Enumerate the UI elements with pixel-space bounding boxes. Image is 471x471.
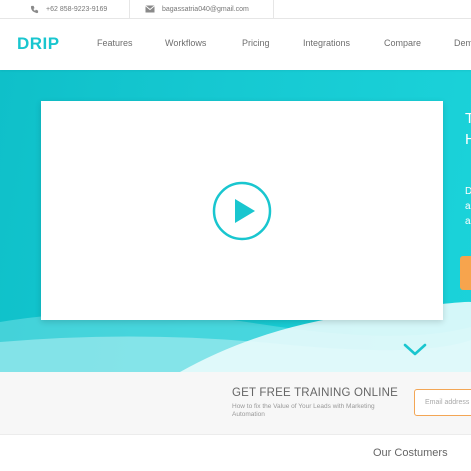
divider bbox=[129, 0, 130, 18]
phone-icon bbox=[30, 5, 39, 13]
play-icon[interactable] bbox=[212, 181, 272, 241]
logo[interactable]: DRIP bbox=[17, 34, 60, 54]
hero-text-line: a bbox=[465, 201, 471, 212]
hero-text-line: a bbox=[465, 216, 471, 227]
hero-heading-line: H bbox=[465, 131, 471, 148]
hero-text-line: D bbox=[465, 186, 471, 197]
contact-phone[interactable]: +62 858-9223-9169 bbox=[30, 0, 107, 18]
main-navigation: DRIP Features Workflows Pricing Integrat… bbox=[0, 19, 471, 70]
contact-email[interactable]: bagassatria040@gmail.com bbox=[145, 0, 249, 18]
hero-section: T H D a a bbox=[0, 70, 471, 372]
training-title: GET FREE TRAINING ONLINE bbox=[232, 387, 399, 399]
section-divider bbox=[0, 434, 471, 435]
video-player[interactable] bbox=[41, 101, 443, 320]
chevron-down-icon[interactable] bbox=[403, 343, 427, 357]
hero-cta-button[interactable] bbox=[460, 256, 471, 290]
nav-link-pricing[interactable]: Pricing bbox=[242, 38, 270, 48]
nav-link-integrations[interactable]: Integrations bbox=[303, 38, 350, 48]
divider bbox=[273, 0, 274, 18]
contact-bar: +62 858-9223-9169 bagassatria040@gmail.c… bbox=[0, 0, 471, 19]
training-section: GET FREE TRAINING ONLINE How to fix the … bbox=[0, 372, 471, 434]
customers-title: Our Costumers bbox=[373, 447, 448, 459]
email-input[interactable]: Email address bbox=[414, 389, 471, 416]
phone-text: +62 858-9223-9169 bbox=[46, 5, 108, 13]
email-text: bagassatria040@gmail.com bbox=[162, 5, 249, 13]
envelope-icon bbox=[145, 5, 155, 13]
nav-link-demo[interactable]: Dem bbox=[454, 38, 471, 48]
nav-link-features[interactable]: Features bbox=[97, 38, 133, 48]
nav-link-workflows[interactable]: Workflows bbox=[165, 38, 206, 48]
nav-link-compare[interactable]: Compare bbox=[384, 38, 421, 48]
hero-heading-line: T bbox=[465, 110, 471, 127]
training-subtitle: How to fix the Value of Your Leads with … bbox=[232, 403, 375, 418]
